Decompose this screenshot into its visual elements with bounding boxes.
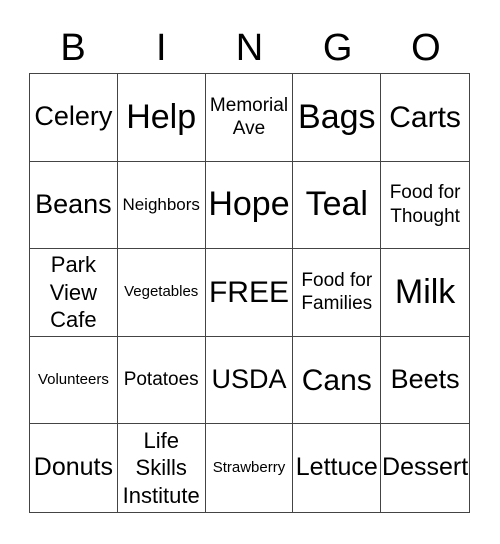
bingo-cell[interactable]: Hope [205, 161, 294, 250]
bingo-cell[interactable]: Volunteers [30, 336, 118, 425]
header-letter-i: I [156, 27, 167, 69]
bingo-cell[interactable]: Help [117, 74, 206, 162]
bingo-cell[interactable]: Cans [293, 336, 382, 425]
bingo-cell[interactable]: Neighbors [117, 161, 206, 250]
bingo-cell[interactable]: Bags [293, 74, 382, 162]
bingo-cell[interactable]: Park View Cafe [30, 249, 118, 337]
bingo-cell[interactable]: Food for Thought [381, 162, 469, 250]
bingo-cell[interactable]: Beans [30, 161, 118, 250]
bingo-cell[interactable]: USDA [205, 336, 294, 425]
bingo-cell[interactable]: Vegetables [117, 249, 206, 337]
bingo-cell[interactable]: Potatoes [117, 336, 206, 425]
bingo-cell[interactable]: Food for Families [293, 249, 382, 337]
bingo-grid: Celery Help Memorial Ave Bags Carts Bean… [29, 73, 470, 513]
bingo-cell[interactable]: Dessert [381, 424, 469, 512]
bingo-cell[interactable]: Milk [381, 249, 469, 337]
free-space-cell[interactable]: FREE [205, 249, 294, 337]
bingo-cell[interactable]: Donuts [30, 424, 118, 512]
bingo-cell[interactable]: Carts [381, 74, 469, 162]
bingo-header: B I N G O [29, 24, 470, 72]
bingo-cell[interactable]: Life Skills Institute [118, 424, 206, 512]
header-letter-g: G [322, 27, 353, 69]
bingo-cell[interactable]: Teal [293, 161, 382, 250]
header-letter-n: N [235, 27, 264, 69]
header-letter-o: O [411, 27, 441, 69]
header-letter-b: B [60, 27, 86, 69]
bingo-cell[interactable]: Strawberry [206, 424, 294, 512]
bingo-cell[interactable]: Memorial Ave [205, 74, 294, 162]
bingo-cell[interactable]: Beets [381, 337, 469, 425]
bingo-cell[interactable]: Celery [30, 74, 118, 162]
bingo-cell[interactable]: Lettuce [293, 424, 382, 512]
